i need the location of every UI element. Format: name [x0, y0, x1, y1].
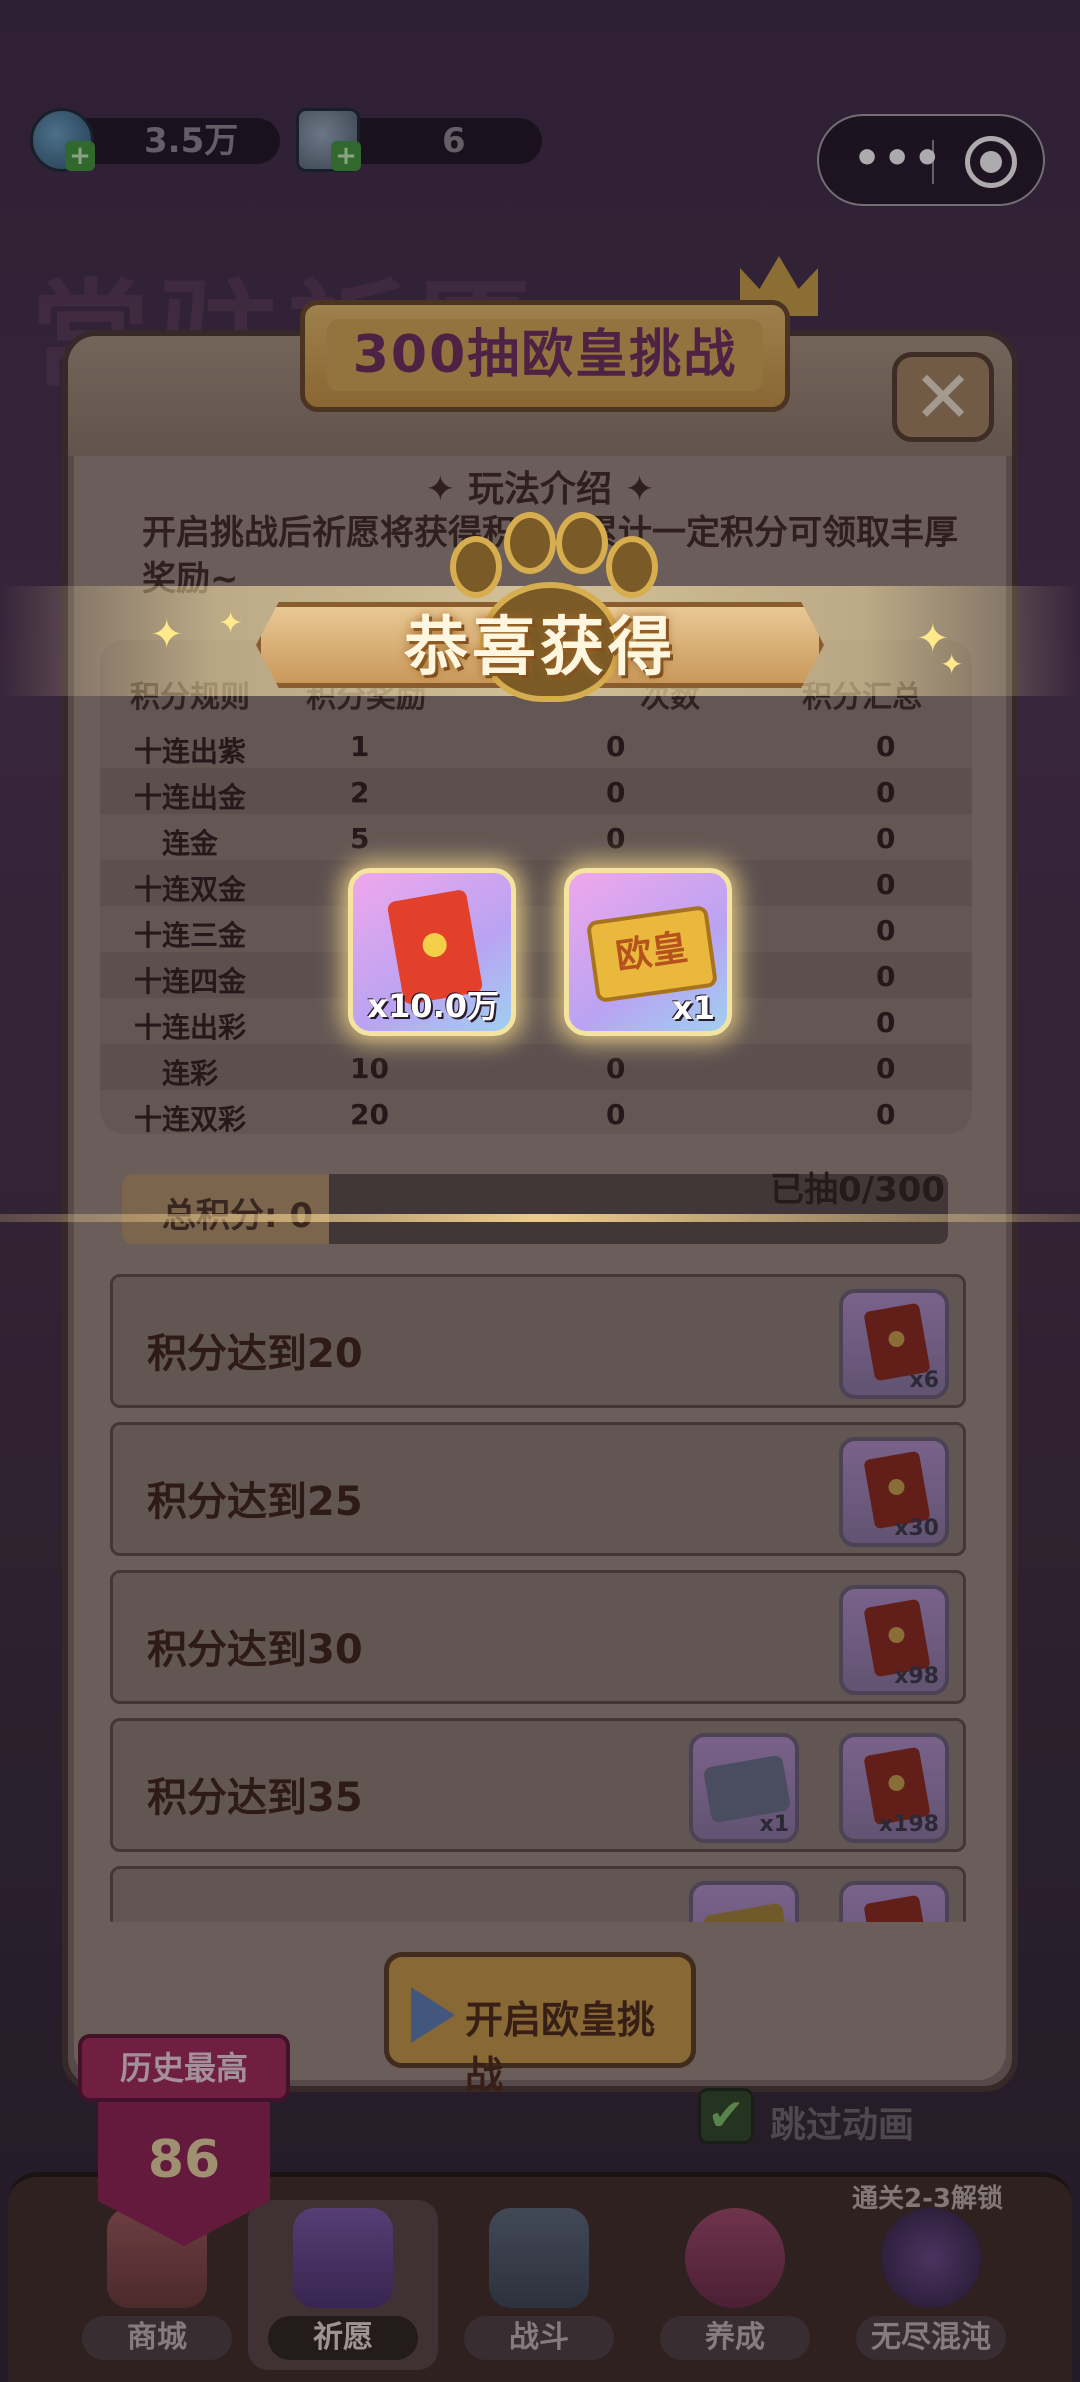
popup-dim-overlay[interactable] — [0, 0, 1080, 2382]
paw-toe — [504, 512, 556, 574]
sparkle-icon: ✦ — [150, 612, 184, 658]
paw-toe — [606, 536, 658, 598]
prize-count: x10.0万 — [367, 987, 499, 1025]
prize-count: x1 — [672, 989, 715, 1027]
light-line — [0, 1214, 1080, 1222]
sparkle-icon: ✦ — [218, 606, 244, 641]
paw-toe — [556, 512, 608, 574]
paw-toe — [450, 536, 502, 598]
prize-red-envelope[interactable]: x10.0万 — [348, 868, 516, 1036]
prize-ouhuang-ticket[interactable]: 欧皇 x1 — [564, 868, 732, 1036]
sparkle-icon: ✦ — [940, 648, 964, 681]
